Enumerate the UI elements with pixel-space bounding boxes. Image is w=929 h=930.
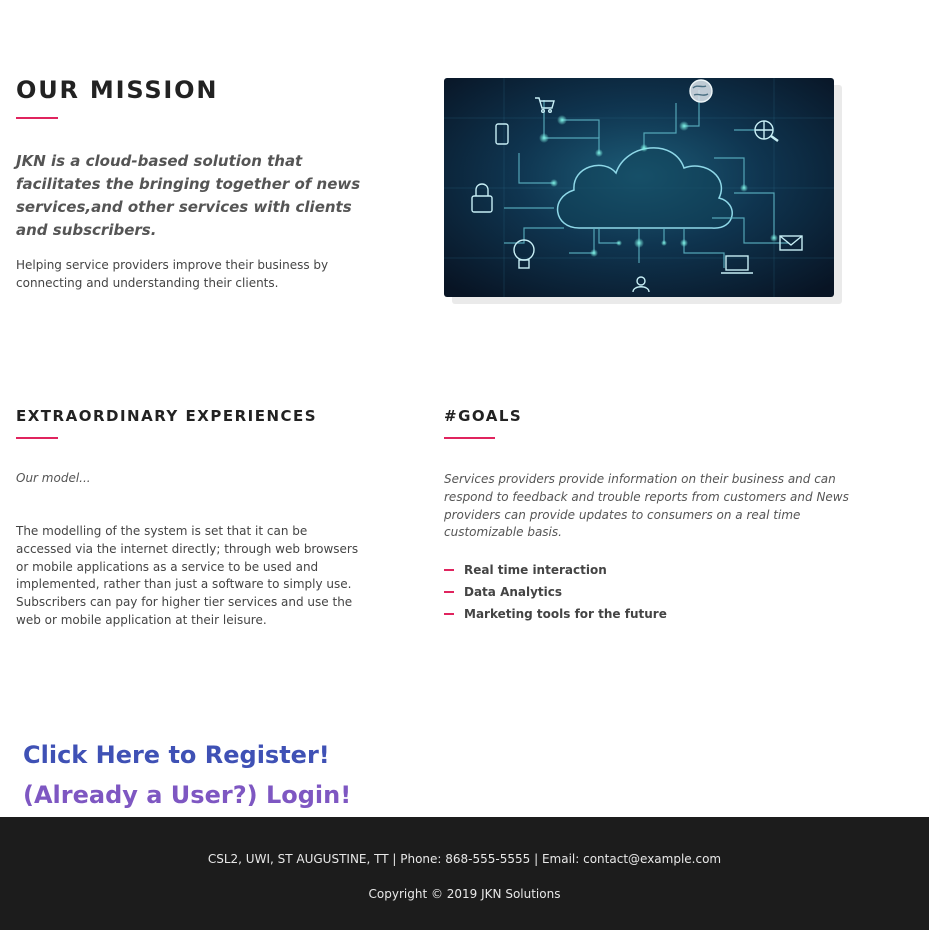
goals-title: #GOALS bbox=[444, 407, 523, 425]
footer: CSL2, UWI, ST AUGUSTINE, TT | Phone: 868… bbox=[0, 817, 929, 930]
dash-icon bbox=[444, 613, 454, 615]
dash-icon bbox=[444, 569, 454, 571]
footer-contact: CSL2, UWI, ST AUGUSTINE, TT | Phone: 868… bbox=[207, 852, 722, 866]
register-link[interactable]: Click Here to Register! bbox=[23, 741, 330, 769]
goals-list-item: Marketing tools for the future bbox=[444, 603, 667, 625]
goals-item-label: Real time interaction bbox=[464, 563, 607, 577]
mission-body: Helping service providers improve their … bbox=[16, 258, 329, 290]
goals-item-label: Data Analytics bbox=[464, 585, 563, 599]
goals-list-item: Real time interaction bbox=[444, 559, 667, 581]
experiences-title-underline bbox=[16, 437, 58, 439]
goals-list: Real time interaction Data Analytics Mar… bbox=[444, 559, 667, 625]
goals-item-label: Marketing tools for the future bbox=[464, 607, 667, 621]
experiences-model-label: Our model... bbox=[16, 471, 91, 485]
cloud-network-image bbox=[444, 78, 834, 297]
experiences-title: EXTRAORDINARY EXPERIENCES bbox=[16, 407, 318, 425]
footer-copyright: Copyright © 2019 JKN Solutions bbox=[368, 887, 561, 901]
goals-title-underline bbox=[444, 437, 495, 439]
dash-icon bbox=[444, 591, 454, 593]
mission-title: OUR MISSION bbox=[16, 76, 219, 104]
experiences-body: The modelling of the system is set that … bbox=[16, 524, 359, 627]
globe-icon bbox=[689, 79, 713, 103]
login-link[interactable]: (Already a User?) Login! bbox=[23, 781, 351, 809]
mission-tagline: JKN is a cloud-based solution that facil… bbox=[16, 152, 361, 239]
goals-body: Services providers provide information o… bbox=[444, 472, 849, 540]
goals-list-item: Data Analytics bbox=[444, 581, 667, 603]
mission-title-underline bbox=[16, 117, 58, 119]
